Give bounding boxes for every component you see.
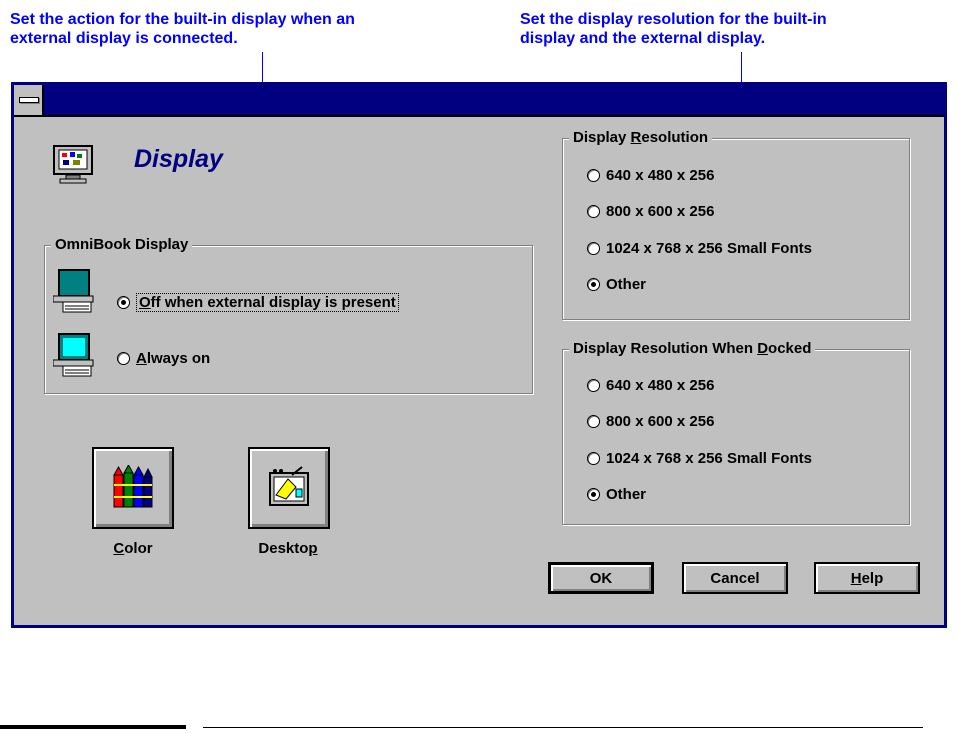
- left-callout-line2: external display is connected.: [10, 30, 238, 47]
- title-bar[interactable]: [14, 85, 944, 117]
- res-option-1024[interactable]: 1024 x 768 x 256 Small Fonts: [587, 240, 812, 257]
- res-option-640-dot[interactable]: [587, 169, 600, 182]
- res-option-other-dot[interactable]: [587, 278, 600, 291]
- desktop-button-label: Desktop: [258, 540, 318, 557]
- docked-option-1024-dot[interactable]: [587, 452, 600, 465]
- res-option-800-label: 800 x 600 x 256: [606, 203, 715, 220]
- color-button-label: Color: [113, 540, 153, 557]
- res-option-1024-dot[interactable]: [587, 242, 600, 255]
- radio-always-on-label: Always on: [136, 350, 211, 367]
- omnibook-group-title: OmniBook Display: [51, 236, 193, 253]
- desktop-icon: [269, 466, 309, 506]
- docked-option-800-label: 800 x 600 x 256: [606, 413, 715, 430]
- laptop-off-icon: [53, 269, 94, 313]
- docked-option-1024[interactable]: 1024 x 768 x 256 Small Fonts: [587, 450, 812, 467]
- res-option-640[interactable]: 640 x 480 x 256: [587, 167, 714, 184]
- radio-off-when-external-dot[interactable]: [117, 296, 130, 309]
- docked-option-640[interactable]: 640 x 480 x 256: [587, 377, 714, 394]
- page-heading: Display: [134, 145, 223, 173]
- radio-always-on[interactable]: Always on: [117, 350, 210, 367]
- docked-option-800[interactable]: 800 x 600 x 256: [587, 413, 714, 430]
- ok-button[interactable]: OK: [548, 562, 654, 594]
- monitor-icon: [53, 145, 93, 184]
- right-callout-line1: Set the display resolution for the built…: [520, 11, 827, 28]
- res-option-640-label: 640 x 480 x 256: [606, 167, 715, 184]
- radio-off-when-external[interactable]: Off when external display is present: [117, 293, 399, 312]
- docked-option-other[interactable]: Other: [587, 486, 646, 503]
- color-button[interactable]: [92, 447, 174, 529]
- res-option-other-label: Other: [606, 276, 647, 293]
- help-button[interactable]: Help: [814, 562, 920, 594]
- radio-off-when-external-label: Off when external display is present: [136, 293, 399, 312]
- docked-option-1024-label: 1024 x 768 x 256 Small Fonts: [606, 450, 812, 467]
- bottom-rule-thick: [0, 725, 186, 729]
- system-menu-button[interactable]: [14, 85, 44, 115]
- docked-resolution-title: Display Resolution When Docked: [569, 340, 816, 357]
- laptop-on-icon: [53, 333, 94, 377]
- right-callout-line2: display and the external display.: [520, 30, 766, 47]
- display-resolution-title: Display Resolution: [569, 129, 713, 146]
- bottom-rule-thin: [203, 727, 923, 728]
- docked-option-other-dot[interactable]: [587, 488, 600, 501]
- right-callout: Set the display resolution for the built…: [520, 10, 827, 48]
- res-option-1024-label: 1024 x 768 x 256 Small Fonts: [606, 240, 812, 257]
- left-callout-line1: Set the action for the built-in display …: [10, 11, 355, 28]
- docked-option-800-dot[interactable]: [587, 415, 600, 428]
- desktop-button[interactable]: [248, 447, 330, 529]
- res-option-800-dot[interactable]: [587, 205, 600, 218]
- docked-resolution-group: Display Resolution When Docked 640 x 480…: [562, 340, 910, 525]
- radio-always-on-dot[interactable]: [117, 352, 130, 365]
- display-dialog: Display OmniBook Display Off when extern…: [11, 82, 947, 628]
- res-option-800[interactable]: 800 x 600 x 256: [587, 203, 714, 220]
- res-option-other[interactable]: Other: [587, 276, 646, 293]
- left-callout: Set the action for the built-in display …: [10, 10, 355, 48]
- cancel-button[interactable]: Cancel: [682, 562, 788, 594]
- docked-option-640-dot[interactable]: [587, 379, 600, 392]
- docked-option-640-label: 640 x 480 x 256: [606, 377, 715, 394]
- omnibook-display-group: OmniBook Display Off when external displ…: [44, 236, 533, 394]
- crayons-icon: [113, 465, 153, 508]
- docked-option-other-label: Other: [606, 486, 647, 503]
- display-resolution-group: Display Resolution 640 x 480 x 256 800 x…: [562, 129, 910, 320]
